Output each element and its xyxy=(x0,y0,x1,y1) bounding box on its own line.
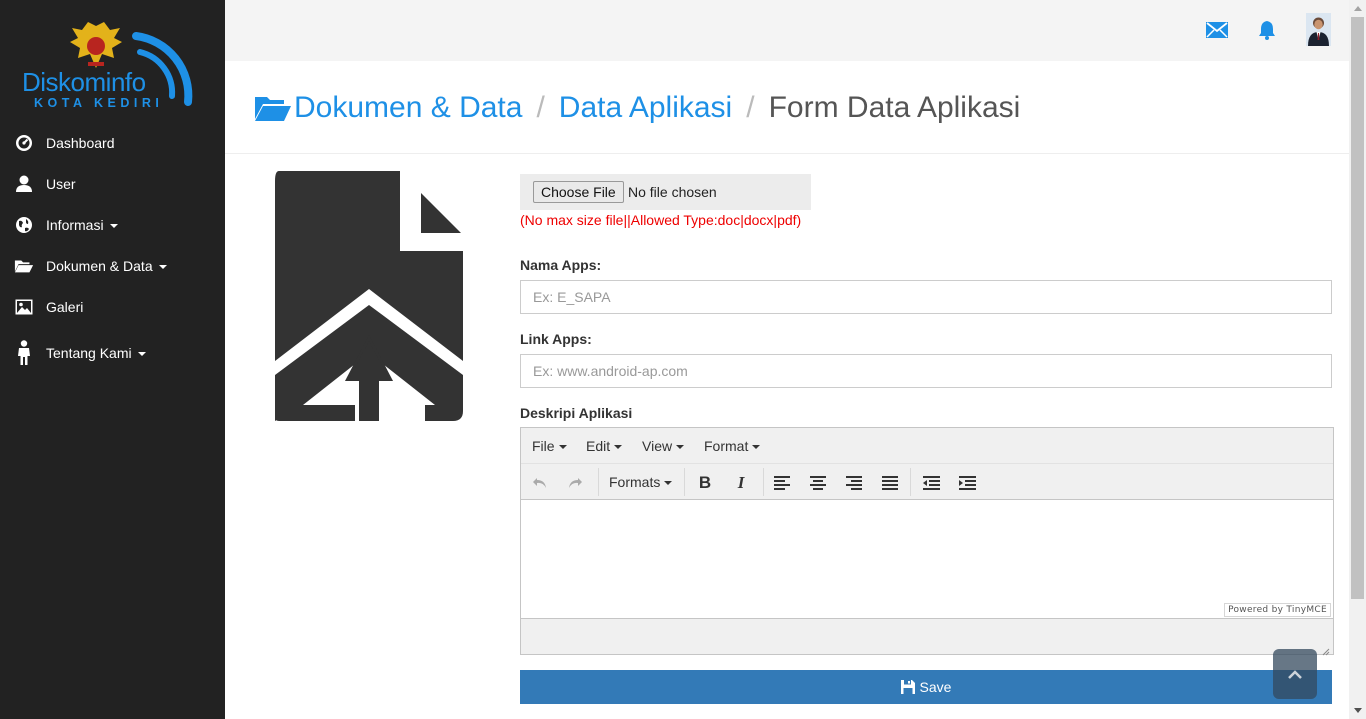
align-right-icon[interactable] xyxy=(842,472,866,494)
sidebar-item-informasi[interactable]: Informasi xyxy=(0,207,225,243)
sidebar-item-galeri[interactable]: Galeri xyxy=(0,289,225,325)
editor-content-area[interactable] xyxy=(521,500,1333,618)
sidebar-item-label: User xyxy=(46,176,76,192)
brand-name: Diskominfo xyxy=(22,67,146,97)
chevron-down-icon xyxy=(752,445,761,450)
editor-menu-file[interactable]: File xyxy=(532,438,567,454)
picture-icon xyxy=(14,297,34,317)
menu-label: Format xyxy=(704,438,749,454)
sidebar-item-label: Galeri xyxy=(46,299,84,315)
chevron-down-icon xyxy=(137,352,146,357)
envelope-icon[interactable] xyxy=(1205,18,1229,42)
editor-toolbar: Formats B I xyxy=(521,464,1333,500)
rich-text-editor: File Edit View Format Formats B I Powere… xyxy=(520,427,1334,656)
editor-statusbar xyxy=(521,618,1333,656)
undo-icon[interactable] xyxy=(528,472,552,494)
brand-subtitle: KOTA KEDIRI xyxy=(34,96,164,110)
scroll-up-arrow-icon[interactable] xyxy=(1349,0,1366,17)
dashboard-icon xyxy=(14,133,34,153)
file-upload-field: Choose File No file chosen xyxy=(520,174,811,210)
sidebar-item-label: Tentang Kami xyxy=(46,345,132,361)
scrollbar-thumb[interactable] xyxy=(1351,17,1364,599)
indent-icon[interactable] xyxy=(955,472,979,494)
link-apps-label: Link Apps: xyxy=(520,331,592,347)
chevron-down-icon xyxy=(558,445,567,450)
powered-by-tinymce[interactable]: Powered by TinyMCE xyxy=(1224,603,1331,617)
outdent-icon[interactable] xyxy=(919,472,943,494)
menu-label: File xyxy=(532,438,555,454)
sidebar-item-label: Dashboard xyxy=(46,135,115,151)
sidebar-item-dashboard[interactable]: Dashboard xyxy=(0,125,225,161)
folder-open-icon xyxy=(14,256,34,276)
toolbar-separator xyxy=(910,468,911,496)
nama-apps-label: Nama Apps: xyxy=(520,257,602,273)
person-icon xyxy=(14,340,34,365)
menu-label: View xyxy=(642,438,673,454)
resize-handle-icon[interactable] xyxy=(1322,643,1330,656)
file-upload-hint: (No max size file||Allowed Type:doc|docx… xyxy=(520,212,802,228)
sidebar-item-user[interactable]: User xyxy=(0,166,225,202)
align-justify-icon[interactable] xyxy=(878,472,902,494)
globe-icon xyxy=(14,215,34,235)
toolbar-separator xyxy=(763,468,764,496)
file-status-text: No file chosen xyxy=(628,184,717,200)
save-button[interactable]: Save xyxy=(520,670,1332,704)
page-scrollbar[interactable] xyxy=(1349,0,1366,719)
italic-icon[interactable]: I xyxy=(729,472,753,494)
formats-label: Formats xyxy=(609,474,661,490)
sidebar-item-dokumen-data[interactable]: Dokumen & Data xyxy=(0,248,225,284)
choose-file-button[interactable]: Choose File xyxy=(533,181,624,203)
floppy-disk-icon xyxy=(900,680,915,694)
user-icon xyxy=(14,174,34,194)
toolbar-separator xyxy=(598,468,599,496)
editor-menubar: File Edit View Format xyxy=(521,428,1333,464)
folder-open-icon xyxy=(254,94,292,122)
scroll-down-arrow-icon[interactable] xyxy=(1349,702,1366,719)
sidebar-item-label: Informasi xyxy=(46,217,104,233)
chevron-down-icon xyxy=(614,445,623,450)
chevron-down-icon xyxy=(664,481,673,486)
editor-menu-edit[interactable]: Edit xyxy=(586,438,623,454)
chevron-down-icon xyxy=(676,445,685,450)
brand-logo[interactable]: Diskominfo KOTA KEDIRI xyxy=(18,20,208,115)
editor-menu-format[interactable]: Format xyxy=(704,438,761,454)
editor-menu-view[interactable]: View xyxy=(642,438,685,454)
breadcrumb-link-dokumen-data[interactable]: Dokumen & Data xyxy=(294,91,522,125)
breadcrumb-separator: / xyxy=(746,91,755,124)
chevron-up-icon xyxy=(1288,666,1302,682)
sidebar: Diskominfo KOTA KEDIRI Dashboard User In… xyxy=(0,0,225,719)
breadcrumb: Dokumen & Data / Data Aplikasi / Form Da… xyxy=(254,91,1020,125)
breadcrumb-current: Form Data Aplikasi xyxy=(768,91,1021,124)
link-apps-input[interactable] xyxy=(520,354,1332,388)
top-navbar xyxy=(225,0,1349,61)
chevron-down-icon xyxy=(158,265,167,270)
sidebar-item-label: Dokumen & Data xyxy=(46,258,153,274)
redo-icon[interactable] xyxy=(563,472,587,494)
breadcrumb-link-data-aplikasi[interactable]: Data Aplikasi xyxy=(559,91,732,125)
nama-apps-input[interactable] xyxy=(520,280,1332,314)
toolbar-separator xyxy=(684,468,685,496)
user-avatar[interactable] xyxy=(1306,13,1331,46)
document-upload-icon xyxy=(275,171,463,422)
formats-dropdown[interactable]: Formats xyxy=(609,474,673,490)
deskripsi-aplikasi-label: Deskripi Aplikasi xyxy=(520,405,633,421)
page-heading: Dokumen & Data / Data Aplikasi / Form Da… xyxy=(225,61,1349,154)
save-button-label: Save xyxy=(919,679,952,695)
back-to-top-button[interactable] xyxy=(1273,649,1317,699)
sidebar-item-tentang-kami[interactable]: Tentang Kami xyxy=(0,335,225,371)
bold-icon[interactable]: B xyxy=(693,472,717,494)
breadcrumb-separator: / xyxy=(536,91,545,124)
bell-icon[interactable] xyxy=(1255,18,1279,42)
menu-label: Edit xyxy=(586,438,611,454)
align-left-icon[interactable] xyxy=(770,472,794,494)
align-center-icon[interactable] xyxy=(806,472,830,494)
chevron-down-icon xyxy=(109,224,118,229)
